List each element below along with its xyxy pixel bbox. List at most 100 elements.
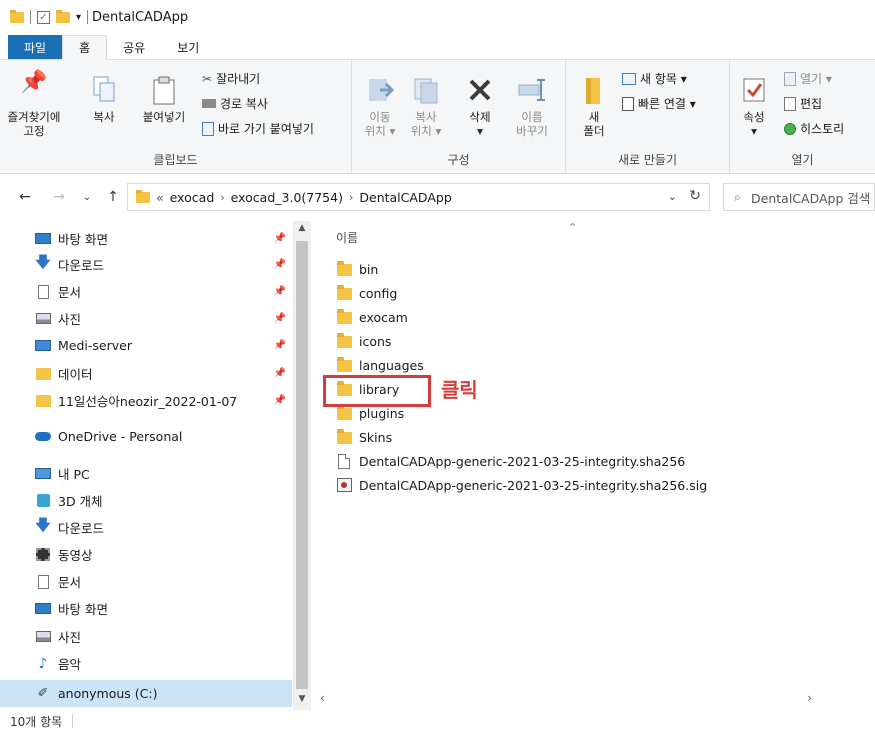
sidebar-item-label: 바탕 화면	[58, 232, 108, 247]
sidebar-item[interactable]: 동영상	[0, 541, 292, 568]
pin-icon[interactable]: 📌	[274, 286, 286, 297]
breadcrumb-exocad-version[interactable]: exocad_3.0(7754)	[231, 190, 343, 205]
folder-row[interactable]: Skins	[336, 425, 392, 449]
pc-icon	[34, 467, 52, 481]
pin-icon[interactable]: 📌	[274, 395, 286, 406]
new-folder-icon	[574, 76, 614, 110]
pin-icon[interactable]: 📌	[274, 368, 286, 379]
window-title: DentalCADApp	[92, 9, 189, 25]
sidebar-item[interactable]: 사진	[0, 623, 292, 650]
delete-button[interactable]: 삭제 ▾	[460, 76, 500, 138]
file-horizontal-scrollbar[interactable]: ‹ ›	[316, 689, 822, 707]
nav-vertical-scrollbar[interactable]: ▲ ▼	[293, 221, 311, 710]
back-arrow-icon[interactable]: ←	[14, 189, 36, 205]
paste-shortcut-button[interactable]: 바로 가기 붙여넣기	[202, 120, 314, 137]
sidebar-item[interactable]: ♪ 음악	[0, 650, 292, 677]
file-name: DentalCADApp-generic-2021-03-25-integrit…	[359, 477, 708, 493]
pin-icon[interactable]: 📌	[274, 313, 286, 324]
breadcrumb-separator-icon[interactable]: ›	[220, 191, 224, 204]
history-button[interactable]: 히스토리	[784, 120, 844, 137]
properties-button[interactable]: 속성 ▾	[734, 76, 774, 138]
sidebar-item[interactable]: 3D 개체	[0, 487, 292, 514]
cube-icon	[34, 494, 52, 508]
folder-row[interactable]: icons	[336, 329, 391, 353]
delete-label: 삭제 ▾	[469, 110, 491, 138]
new-folder-button[interactable]: 새 폴더	[574, 76, 614, 138]
scroll-right-icon[interactable]: ›	[807, 691, 812, 705]
sidebar-item[interactable]: 바탕 화면	[0, 595, 292, 622]
sidebar-item-label: 사진	[58, 312, 82, 327]
rename-button[interactable]: 이름 바꾸기	[508, 76, 556, 138]
sidebar-item[interactable]: 데이터 📌	[0, 360, 292, 387]
search-input[interactable]: ⌕ DentalCADApp 검색	[723, 183, 875, 211]
open-label: 열기 ▾	[800, 72, 832, 86]
tab-file[interactable]: 파일	[8, 35, 63, 59]
tab-home[interactable]: 홈	[62, 35, 108, 60]
desktop-icon	[34, 232, 52, 246]
sidebar-item[interactable]: 문서 📌	[0, 278, 292, 305]
music-icon: ♪	[38, 655, 48, 672]
scroll-thumb[interactable]	[296, 241, 308, 689]
copy-to-button[interactable]: 복사 위치 ▾	[406, 76, 446, 138]
folder-row[interactable]: exocam	[336, 305, 408, 329]
scroll-left-icon[interactable]: ‹	[320, 691, 325, 705]
pin-icon[interactable]: 📌	[274, 340, 286, 351]
edit-label: 편집	[800, 97, 823, 111]
easy-access-label: 빠른 연결 ▾	[638, 97, 696, 111]
copy-label: 복사	[93, 110, 115, 124]
up-arrow-icon[interactable]: ↑	[102, 189, 124, 205]
breadcrumb-exocad[interactable]: exocad	[170, 190, 215, 205]
sidebar-item[interactable]: 11일선승아neozir_2022-01-07 📌	[0, 387, 292, 414]
sidebar-item[interactable]: 사진 📌	[0, 305, 292, 332]
scroll-down-icon[interactable]: ▼	[293, 694, 311, 710]
title-bar: ✓ ▾ DentalCADApp	[0, 0, 875, 34]
file-row[interactable]: DentalCADApp-generic-2021-03-25-integrit…	[336, 473, 707, 497]
new-item-button[interactable]: 새 항목 ▾	[622, 70, 687, 87]
tab-view[interactable]: 보기	[161, 35, 215, 59]
sidebar-item[interactable]: 문서	[0, 568, 292, 595]
sidebar-item[interactable]: 🡇 다운로드 📌	[0, 251, 292, 278]
folder-row[interactable]: config	[336, 281, 397, 305]
column-header-name[interactable]: 이름	[336, 229, 358, 246]
breadcrumb-overflow[interactable]: «	[156, 190, 164, 205]
copy-button[interactable]: 복사	[84, 76, 124, 124]
pin-to-quick-access-button[interactable]: 📌 즐겨찾기에 고정	[4, 72, 64, 139]
sidebar-item[interactable]: ✐ anonymous (C:)	[0, 680, 292, 707]
file-row[interactable]: DentalCADApp-generic-2021-03-25-integrit…	[336, 449, 685, 473]
address-row: ← → ⌄ ↑ « exocad › exocad_3.0(7754) › De…	[0, 181, 875, 213]
tab-share[interactable]: 공유	[107, 35, 161, 59]
pin-icon[interactable]: 📌	[274, 233, 286, 244]
sidebar-item[interactable]: 🡇 다운로드	[0, 514, 292, 541]
forward-arrow-icon[interactable]: →	[48, 189, 70, 205]
edit-button[interactable]: 편집	[784, 95, 822, 112]
pin-icon[interactable]: 📌	[274, 259, 286, 270]
breadcrumb-separator-icon[interactable]: ›	[349, 191, 353, 204]
sidebar-item[interactable]: 내 PC	[0, 460, 292, 487]
paste-button[interactable]: 붙여넣기	[134, 76, 194, 124]
recent-locations-chevron-icon[interactable]: ⌄	[76, 192, 98, 203]
file-name: config	[359, 285, 398, 301]
address-dropdown-chevron-icon[interactable]: ⌄	[668, 190, 677, 203]
rename-label: 이름 바꾸기	[516, 110, 548, 138]
scroll-up-icon[interactable]: ▲	[293, 223, 311, 239]
sidebar-item[interactable]: OneDrive - Personal	[0, 423, 292, 450]
clipboard-group: 📌 즐겨찾기에 고정 복사 붙여넣기 ✂ 잘라내기 경로 복사 바로 가기 붙여…	[0, 60, 352, 174]
click-highlight-box	[323, 375, 431, 407]
cut-button[interactable]: ✂ 잘라내기	[202, 70, 260, 87]
breadcrumb-dentalcadapp[interactable]: DentalCADApp	[359, 190, 451, 205]
folder-row[interactable]: languages	[336, 353, 424, 377]
address-bar[interactable]: « exocad › exocad_3.0(7754) › DentalCADA…	[127, 183, 710, 211]
folder-row[interactable]: bin	[336, 257, 378, 281]
download-icon: 🡇	[35, 516, 51, 534]
sidebar-item[interactable]: Medi-server 📌	[0, 332, 292, 359]
open-button[interactable]: 열기 ▾	[784, 70, 832, 87]
customize-quick-access-icon[interactable]: ▾	[76, 12, 81, 23]
properties-check-icon[interactable]: ✓	[37, 10, 50, 24]
copy-path-button[interactable]: 경로 복사	[202, 95, 268, 112]
new-folder-quick-icon[interactable]	[56, 9, 70, 23]
sidebar-item[interactable]: 바탕 화면 📌	[0, 225, 292, 252]
move-to-button[interactable]: 이동 위치 ▾	[360, 76, 400, 138]
easy-access-button[interactable]: 빠른 연결 ▾	[622, 95, 696, 112]
refresh-icon[interactable]: ↻	[689, 188, 701, 204]
copy-to-icon	[406, 76, 446, 110]
